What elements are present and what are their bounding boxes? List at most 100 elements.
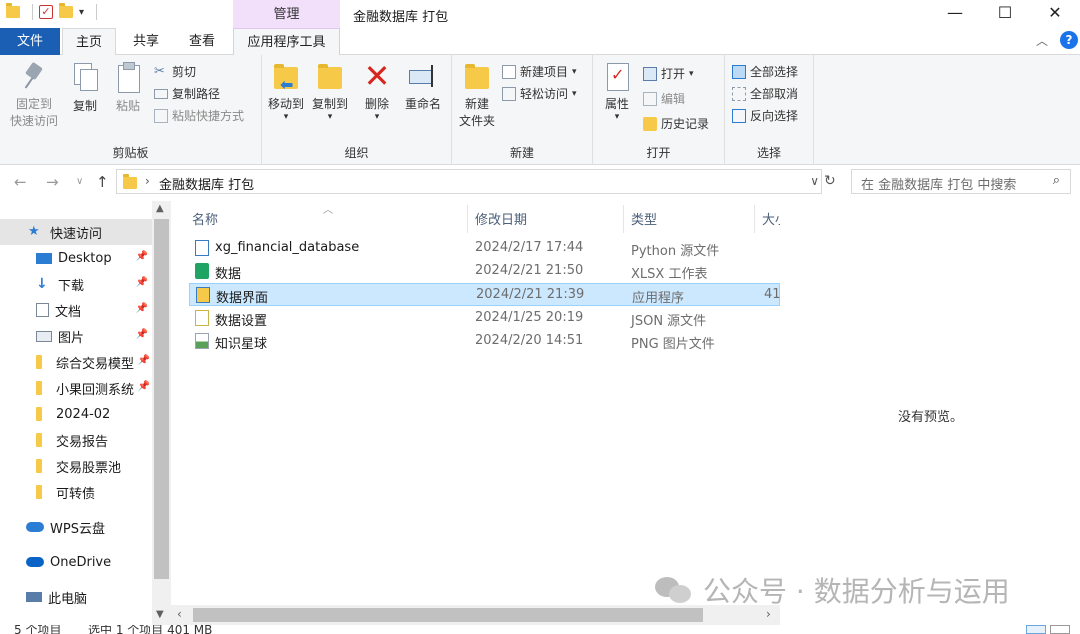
nav-item-this-pc[interactable]: 此电脑 [0, 584, 152, 610]
refresh-icon[interactable]: ↻ [824, 173, 836, 189]
nav-item-folder-2024-02[interactable]: 2024-02 [0, 401, 152, 427]
pin-icon[interactable]: 📌 [136, 277, 148, 288]
properties-check-icon[interactable]: ✓ [39, 5, 53, 19]
nav-scrollbar[interactable]: ▲ ▼ [152, 201, 171, 625]
breadcrumb[interactable]: 金融数据库 打包 [159, 174, 254, 193]
nav-item-folder-trading-model[interactable]: 综合交易模型 📌 [0, 349, 152, 375]
delete-button[interactable]: ✕ 删除 ▾ [360, 60, 394, 122]
no-preview-text: 没有预览。 [898, 410, 964, 425]
details-view-icon[interactable] [1026, 625, 1046, 634]
pin-label-line2: 快速访问 [9, 114, 58, 128]
nav-item-folder-stock-pool[interactable]: 交易股票池 [0, 453, 152, 479]
scroll-left-icon[interactable]: ‹ [177, 607, 182, 621]
cut-button[interactable]: ✂ 剪切 [154, 63, 196, 80]
nav-item-folder-reports[interactable]: 交易报告 [0, 427, 152, 453]
history-button[interactable]: 历史记录 [643, 115, 709, 132]
customize-toolbar-dropdown-icon[interactable]: ▾ [79, 7, 84, 18]
onedrive-icon [26, 557, 44, 567]
nav-item-label: 2024-02 [56, 406, 111, 422]
scrollbar-thumb[interactable] [193, 608, 703, 622]
move-to-button[interactable]: ⬅ 移动到 ▾ [264, 61, 308, 122]
tab-home[interactable]: 主页 [62, 28, 116, 56]
back-arrow-icon[interactable]: ← [14, 173, 27, 191]
nav-item-downloads[interactable]: ↓ 下载 📌 [0, 271, 152, 297]
file-row[interactable]: 数据 2024/2/21 21:50 XLSX 工作表 [189, 260, 780, 283]
open-button[interactable]: 打开 ▾ [643, 65, 694, 82]
nav-item-folder-convertible[interactable]: 可转债 [0, 479, 152, 505]
recent-locations-chevron-icon[interactable]: ∨ [76, 176, 83, 187]
folder-icon [36, 381, 42, 395]
paste-button[interactable]: 粘贴 [110, 61, 146, 114]
address-dropdown-icon[interactable]: ∨ [810, 174, 819, 188]
move-to-icon: ⬅ [272, 61, 300, 94]
exe-file-icon [196, 287, 210, 303]
file-row[interactable]: xg_financial_database 2024/2/17 17:44 Py… [189, 237, 780, 260]
file-row[interactable]: 知识星球 2024/2/20 14:51 PNG 图片文件 [189, 330, 780, 353]
address-bar[interactable]: › 金融数据库 打包 ∨ [116, 169, 822, 194]
column-divider[interactable] [754, 205, 755, 233]
new-folder-icon[interactable] [59, 3, 73, 18]
nav-item-desktop[interactable]: Desktop 📌 [0, 245, 152, 271]
scroll-down-icon[interactable]: ▼ [156, 609, 164, 620]
folder-icon[interactable] [6, 3, 20, 18]
copy-to-button[interactable]: 复制到 ▾ [308, 61, 352, 122]
manage-context-tab[interactable]: 管理 [233, 0, 340, 28]
select-none-button[interactable]: 全部取消 [732, 85, 798, 102]
file-type: Python 源文件 [631, 244, 720, 259]
nav-item-folder-backtest[interactable]: 小果回测系统 📌 [0, 375, 152, 401]
invert-selection-button[interactable]: 反向选择 [732, 107, 798, 124]
nav-item-wps-cloud[interactable]: WPS云盘 [0, 514, 152, 540]
easy-access-button[interactable]: 轻松访问 ▾ [502, 85, 577, 102]
edit-button[interactable]: 编辑 [643, 90, 685, 107]
collapse-ribbon-icon[interactable]: ︿ [1036, 32, 1048, 49]
column-header-type[interactable]: 类型 [631, 209, 657, 228]
pin-icon[interactable]: 📌 [138, 381, 150, 392]
rename-button[interactable]: 重命名 [400, 61, 446, 112]
pin-quick-access-button[interactable]: 固定到 快速访问 [6, 61, 62, 129]
breadcrumb-chevron-icon[interactable]: › [145, 174, 150, 188]
properties-label: 属性 [604, 97, 629, 111]
tab-file[interactable]: 文件 [0, 28, 60, 55]
pin-icon[interactable]: 📌 [136, 303, 148, 314]
maximize-button[interactable]: ☐ [982, 0, 1028, 28]
file-row-selected[interactable]: 数据界面 2024/2/21 21:39 应用程序 41 [189, 283, 781, 306]
tab-view[interactable]: 查看 [176, 28, 228, 55]
file-row[interactable]: 数据设置 2024/1/25 20:19 JSON 源文件 [189, 307, 780, 330]
column-header-size[interactable]: 大小 [762, 209, 780, 228]
organize-group-label: 组织 [344, 146, 369, 160]
nav-item-label: Desktop [58, 250, 112, 266]
minimize-button[interactable]: — [932, 0, 978, 28]
nav-item-documents[interactable]: 文档 📌 [0, 297, 152, 323]
search-icon[interactable]: ⌕ [1053, 173, 1060, 188]
pin-icon[interactable]: 📌 [138, 355, 150, 366]
tab-share[interactable]: 共享 [120, 28, 172, 55]
close-button[interactable]: ✕ [1032, 0, 1078, 28]
scrollbar-thumb[interactable] [154, 219, 169, 579]
properties-button[interactable]: 属性 ▾ [599, 61, 635, 122]
up-arrow-icon[interactable]: ↑ [96, 173, 109, 191]
new-folder-label-line1: 新建 [464, 97, 489, 111]
column-header-name[interactable]: 名称 [192, 209, 218, 228]
column-header-date[interactable]: 修改日期 [475, 209, 527, 228]
select-all-icon [732, 64, 746, 79]
new-group-label: 新建 [509, 146, 534, 160]
column-divider[interactable] [467, 205, 468, 233]
new-item-button[interactable]: 新建项目 ▾ [502, 63, 577, 80]
search-input[interactable]: 在 金融数据库 打包 中搜索 ⌕ [851, 169, 1071, 194]
column-divider[interactable] [623, 205, 624, 233]
paste-shortcut-button[interactable]: 粘贴快捷方式 [154, 107, 244, 124]
scroll-up-icon[interactable]: ▲ [156, 203, 164, 214]
nav-item-onedrive[interactable]: OneDrive [0, 549, 152, 575]
new-folder-button[interactable]: 新建 文件夹 [454, 61, 500, 129]
pin-icon[interactable]: 📌 [136, 329, 148, 340]
nav-item-pictures[interactable]: 图片 📌 [0, 323, 152, 349]
tab-app-tools[interactable]: 应用程序工具 [233, 28, 340, 55]
copy-path-button[interactable]: 复制路径 [154, 85, 220, 102]
forward-arrow-icon[interactable]: → [46, 173, 59, 191]
help-icon[interactable]: ? [1060, 31, 1078, 49]
select-all-button[interactable]: 全部选择 [732, 63, 798, 80]
large-icons-view-icon[interactable] [1050, 625, 1070, 634]
copy-button[interactable]: 复制 [66, 61, 104, 114]
nav-item-quick-access[interactable]: ★ 快速访问 [0, 219, 152, 245]
pin-icon[interactable]: 📌 [136, 251, 148, 262]
